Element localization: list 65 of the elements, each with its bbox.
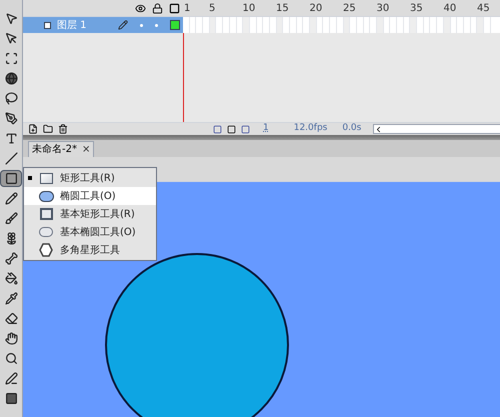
menu-item-label: 椭圆工具(O) bbox=[60, 190, 116, 204]
frame-number: 35 bbox=[410, 2, 424, 16]
hand-icon bbox=[4, 332, 18, 345]
lasso-icon bbox=[4, 92, 18, 105]
pencil-icon bbox=[118, 20, 128, 30]
pointer-icon bbox=[4, 32, 18, 45]
bullet-icon bbox=[28, 176, 32, 180]
frame-rate: 12.0fps bbox=[294, 122, 328, 136]
menu-item[interactable]: 基本矩形工具(R) bbox=[24, 205, 156, 223]
frame-number: 20 bbox=[310, 2, 324, 16]
eye-icon[interactable] bbox=[135, 2, 146, 14]
trash-icon[interactable] bbox=[58, 124, 68, 134]
transform-icon bbox=[4, 52, 18, 65]
rectangle-icon bbox=[4, 172, 18, 185]
frame-number: 5 bbox=[209, 2, 216, 16]
scrollbar[interactable] bbox=[373, 124, 500, 134]
edit-frames-icon[interactable] bbox=[241, 124, 250, 134]
rectangle-icon bbox=[40, 208, 52, 220]
frame-number: 45 bbox=[477, 2, 491, 16]
frame-number: 10 bbox=[242, 2, 256, 16]
frame-number: 15 bbox=[276, 2, 290, 16]
menu-item[interactable]: 多角星形工具 bbox=[24, 241, 156, 259]
pen-icon bbox=[4, 112, 18, 125]
current-frame: 1 bbox=[263, 122, 269, 136]
lock-icon[interactable] bbox=[152, 2, 163, 14]
fill-color-icon bbox=[4, 392, 18, 405]
onion-skin-icon[interactable] bbox=[213, 124, 222, 134]
eyedropper-icon bbox=[4, 292, 18, 305]
tool-button[interactable] bbox=[0, 170, 22, 187]
rectangle-icon bbox=[40, 172, 52, 184]
arrow-icon bbox=[4, 12, 18, 25]
hexagon-icon bbox=[39, 243, 53, 257]
line-icon bbox=[4, 152, 18, 165]
layer-color-icon bbox=[170, 20, 180, 30]
frame-number: 25 bbox=[343, 2, 357, 16]
new-layer-icon[interactable] bbox=[28, 124, 38, 134]
paint-bucket-icon bbox=[4, 272, 18, 285]
menu-item-label: 基本矩形工具(R) bbox=[60, 208, 135, 222]
menu-item[interactable]: 椭圆工具(O) bbox=[24, 187, 156, 205]
outline-icon[interactable] bbox=[169, 2, 180, 14]
close-button[interactable]: × bbox=[82, 142, 90, 157]
frame-number: 1 bbox=[183, 2, 192, 16]
onion-outline-icon[interactable] bbox=[227, 124, 236, 134]
text-icon bbox=[4, 132, 18, 145]
folder-icon[interactable] bbox=[43, 124, 53, 134]
document-title: 未命名-2* bbox=[32, 142, 77, 157]
frame-number: 40 bbox=[444, 2, 458, 16]
layer-icon bbox=[44, 22, 51, 28]
menu-item-label: 基本椭圆工具(O) bbox=[60, 226, 136, 240]
zoom-icon bbox=[4, 352, 18, 365]
menu-item-label: 矩形工具(R) bbox=[60, 172, 115, 186]
eraser-icon bbox=[4, 312, 18, 325]
menu-item-label: 多角星形工具 bbox=[60, 244, 120, 258]
menu-item[interactable]: 矩形工具(R) bbox=[24, 169, 156, 187]
frame-number: 30 bbox=[376, 2, 390, 16]
layer-name: 图层 1 bbox=[57, 18, 87, 32]
pencil-icon bbox=[4, 192, 18, 205]
flower-icon bbox=[4, 232, 18, 245]
bone-icon bbox=[4, 252, 18, 265]
menu-item[interactable]: 基本椭圆工具(O) bbox=[24, 223, 156, 241]
stroke-color-icon bbox=[4, 372, 18, 385]
sphere-icon bbox=[4, 72, 18, 85]
document-tab[interactable]: 未命名-2* × bbox=[28, 141, 94, 157]
brush-icon bbox=[4, 212, 18, 225]
elapsed-time: 0.0s bbox=[342, 122, 362, 136]
